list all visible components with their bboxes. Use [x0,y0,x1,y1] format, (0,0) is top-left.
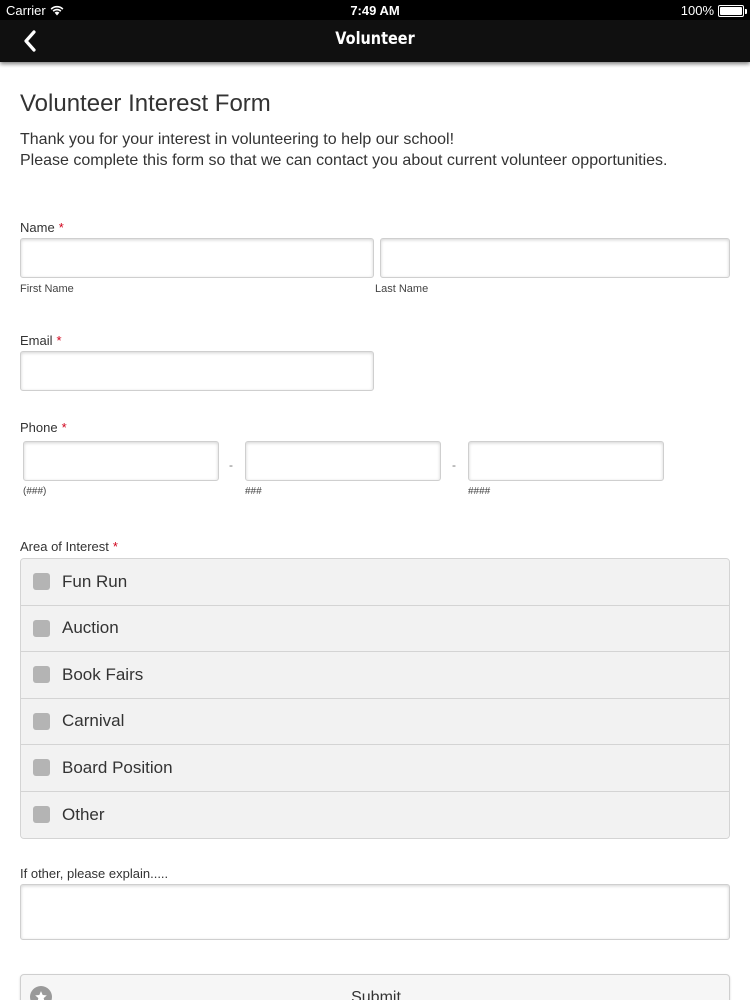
checkbox-row-book-fairs[interactable]: Book Fairs [21,652,729,699]
nav-title: Volunteer [335,29,415,49]
checkbox-row-carnival[interactable]: Carnival [21,698,729,745]
checkbox-label: Fun Run [62,571,128,591]
checkbox-row-fun-run[interactable]: Fun Run [21,559,729,606]
phone-line-number-field[interactable] [468,441,664,481]
form-intro: Thank you for your interest in volunteer… [20,129,667,171]
other-explain-label: If other, please explain..... [20,866,169,881]
required-marker: * [61,420,67,435]
chevron-left-icon [24,30,36,52]
checkbox[interactable] [33,619,50,637]
checkbox-label: Other [62,804,105,824]
interest-label-text: Area of Interest [20,539,109,554]
checkbox-label: Auction [62,618,119,638]
last-name-field[interactable] [380,238,730,278]
intro-line-1: Thank you for your interest in volunteer… [20,131,455,148]
interest-label: Area of Interest * [20,539,118,554]
checkbox[interactable] [33,666,50,684]
clock: 7:49 AM [350,3,400,18]
intro-line-2: Please complete this form so that we can… [20,152,668,169]
checkbox-label: Board Position [62,757,173,777]
page-title: Volunteer Interest Form [20,90,271,117]
name-label-text: Name [20,220,55,235]
phone-separator: - [229,458,233,472]
other-explain-textarea[interactable] [20,884,730,940]
email-field[interactable] [20,351,374,391]
checkbox-label: Book Fairs [62,664,144,684]
first-name-sublabel: First Name [20,283,74,295]
checkbox[interactable] [33,712,50,730]
status-bar: Carrier 7:49 AM 100% [0,0,750,20]
battery-percent: 100% [680,3,714,18]
phone-label-text: Phone [20,420,58,435]
required-marker: * [58,220,64,235]
email-label-text: Email [20,333,53,348]
phone-area-code-field[interactable] [23,441,219,481]
phone-separator: - [452,458,456,472]
email-label: Email * [20,333,62,348]
required-marker: * [56,333,62,348]
checkbox[interactable] [33,806,50,824]
phone-line-hint: #### [468,486,491,497]
navigation-bar: Volunteer [0,20,750,62]
phone-area-hint: (###) [23,486,47,497]
checkbox-label: Carnival [62,711,125,731]
name-label: Name * [20,220,64,235]
submit-label: Submit [351,989,401,1000]
interest-checklist: Fun Run Auction Book Fairs Carnival Boar… [20,558,730,839]
battery-indicator: 100% [680,3,747,18]
checkbox[interactable] [33,759,50,777]
first-name-field[interactable] [20,238,374,278]
back-button[interactable] [14,26,46,56]
checkbox-row-board-position[interactable]: Board Position [21,745,729,792]
phone-prefix-field[interactable] [245,441,441,481]
phone-label: Phone * [20,420,67,435]
checkbox-row-other[interactable]: Other [21,791,729,838]
battery-icon [718,4,747,17]
checkbox-row-auction[interactable]: Auction [21,605,729,652]
submit-button[interactable]: Submit [20,974,730,1000]
required-marker: * [112,539,118,554]
checkbox[interactable] [33,573,50,591]
phone-prefix-hint: ### [245,486,262,497]
last-name-sublabel: Last Name [375,283,429,295]
